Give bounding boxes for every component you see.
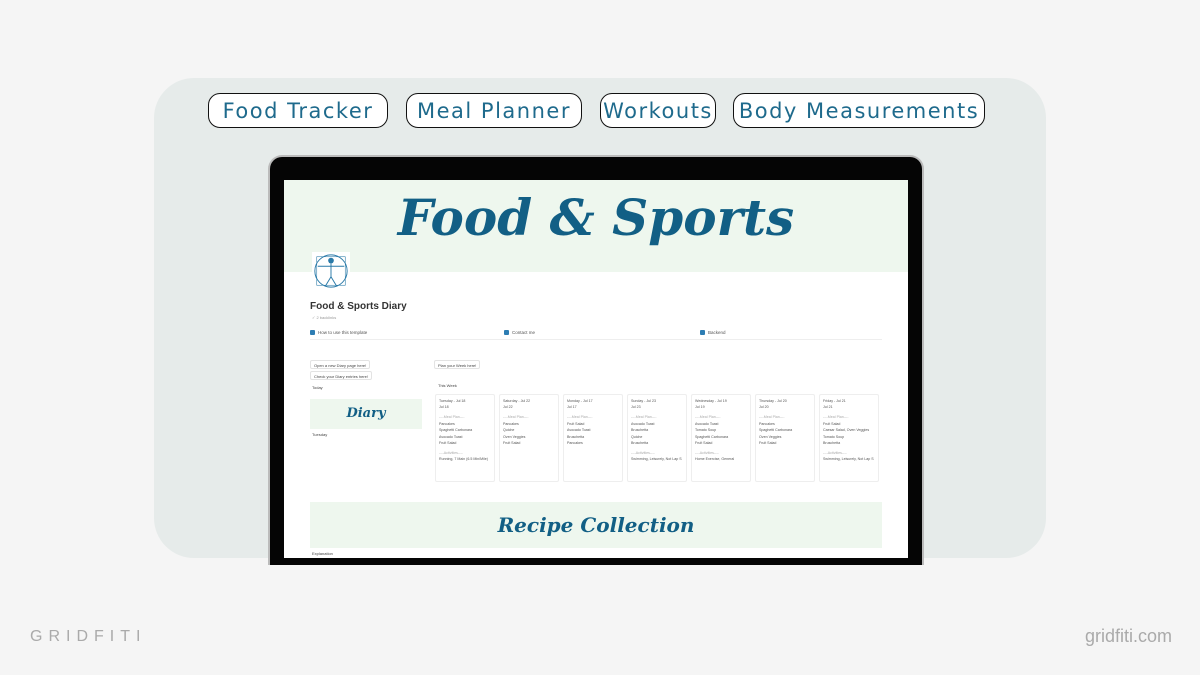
meal-item[interactable]: Bruschetta (631, 441, 683, 445)
meal-item[interactable]: Quiche (631, 435, 683, 439)
activity-item[interactable]: Running, 7 Main (6.5 Min/Mile) (439, 457, 491, 461)
diary-entry[interactable]: Tuesday (312, 432, 327, 437)
card-title: Tuesday - Jul 18 (439, 399, 466, 403)
activity-separator: ----Activities---- (631, 450, 655, 455)
tab-today[interactable]: Today (312, 385, 323, 390)
activity-item[interactable]: Swimming, Leisurely, Not Lap S (823, 457, 875, 461)
brand-url: gridfiti.com (1084, 626, 1172, 646)
week-card[interactable]: Wednesday - Jul 19 Jul 19 ----Meal Plan---… (691, 394, 751, 482)
mail-icon (504, 330, 509, 336)
meal-item[interactable]: Bruschetta (567, 435, 619, 439)
card-date: Jul 21 (823, 405, 833, 410)
meal-item[interactable]: Avocado Toast (695, 422, 747, 426)
week-card[interactable]: Tuesday - Jul 18 Jul 18 ----Meal Plan---- P… (435, 394, 495, 482)
info-icon (310, 330, 315, 336)
meal-item[interactable]: Caesar Salad, Oven Veggies (823, 428, 875, 432)
backlinks[interactable]: ✓ 2 backlinks (312, 315, 336, 320)
diary-gallery-card[interactable]: Diary (310, 399, 422, 429)
meal-item[interactable]: Spaghetti Carbonara (695, 435, 747, 439)
meal-separator: ----Meal Plan---- (503, 415, 529, 420)
meal-item[interactable]: Pancakes (759, 422, 811, 426)
meal-separator: ----Meal Plan---- (759, 415, 785, 420)
meal-item[interactable]: Quiche (503, 428, 555, 432)
meal-item[interactable]: Tomato Soup (823, 435, 875, 439)
meal-item[interactable]: Tomato Soup (695, 428, 747, 432)
tab-this-week[interactable]: This Week (438, 383, 457, 388)
card-title: Saturday - Jul 22 (503, 399, 531, 403)
card-date: Jul 22 (503, 405, 513, 410)
meal-item[interactable]: Bruschetta (823, 441, 875, 445)
database-icon (700, 330, 705, 336)
meal-item[interactable]: Fruit Salad (695, 441, 747, 445)
card-date: Jul 23 (631, 405, 641, 410)
how-to-link[interactable]: How to use this template (310, 330, 367, 336)
card-date: Jul 18 (439, 405, 449, 410)
activity-separator: ----Activities---- (823, 450, 847, 455)
card-title: Friday - Jul 21 (823, 399, 846, 403)
meal-item[interactable]: Pancakes (567, 441, 619, 445)
new-diary-button[interactable]: Open a new Diary page here! (310, 360, 371, 369)
meal-item[interactable]: Spaghetti Carbonara (759, 428, 811, 432)
page-title: Food & Sports Diary (310, 301, 407, 312)
meal-separator: ----Meal Plan---- (631, 415, 657, 420)
meal-item[interactable]: Avocado Toast (567, 428, 619, 432)
meal-item[interactable]: Fruit Salad (823, 422, 875, 426)
meal-item[interactable]: Fruit Salad (503, 441, 555, 445)
meal-item[interactable]: Fruit Salad (439, 441, 491, 445)
tag-food-tracker: Food Tracker (208, 93, 388, 128)
meal-item[interactable]: Oven Veggies (759, 435, 811, 439)
tag-workouts: Workouts (600, 93, 716, 128)
diary-entries-button[interactable]: Check your Diary entries here! (310, 371, 373, 380)
card-title: Sunday - Jul 23 (631, 399, 656, 403)
brand-logo: GRIDFITI (30, 628, 147, 645)
week-card[interactable]: Saturday - Jul 22 Jul 22 ----Meal Plan----… (499, 394, 559, 482)
week-card[interactable]: Monday - Jul 17 Jul 17 ----Meal Plan---- Fr… (563, 394, 623, 482)
card-title: Monday - Jul 17 (567, 399, 593, 403)
backend-link[interactable]: Backend (700, 330, 726, 336)
meal-item[interactable]: Bruschetta (631, 428, 683, 432)
meal-separator: ----Meal Plan---- (823, 415, 849, 420)
recipe-banner: Recipe Collection (310, 502, 882, 548)
activity-separator: ----Activities---- (695, 450, 719, 455)
activity-item[interactable]: Swimming, Leisurely, Not Lap S (631, 457, 683, 461)
tag-meal-planner: Meal Planner (406, 93, 582, 128)
plan-week-button[interactable]: Plan your Week here! (434, 360, 481, 369)
week-card[interactable]: Friday - Jul 21 Jul 21 ----Meal Plan---- Fr… (819, 394, 879, 482)
activity-item[interactable]: Home Exercise, General (695, 457, 747, 461)
week-card[interactable]: Sunday - Jul 23 Jul 23 ----Meal Plan---- Av… (627, 394, 687, 482)
card-title: Thursday - Jul 20 (759, 399, 787, 403)
page-cover: Food & Sports (284, 180, 908, 272)
link-row: How to use this template Contact me Back… (310, 328, 882, 340)
card-title: Wednesday - Jul 19 (695, 399, 727, 403)
card-date: Jul 20 (759, 405, 769, 410)
meal-separator: ----Meal Plan---- (439, 415, 465, 420)
card-date: Jul 19 (695, 405, 705, 410)
meal-item[interactable]: Avocado Toast (631, 422, 683, 426)
cover-title: Food & Sports (397, 188, 795, 247)
card-date: Jul 17 (567, 405, 577, 410)
vitruvian-man-icon (312, 252, 350, 290)
contact-link[interactable]: Contact me (504, 330, 535, 336)
meal-separator: ----Meal Plan---- (567, 415, 593, 420)
meal-item[interactable]: Pancakes (503, 422, 555, 426)
meal-item[interactable]: Oven Veggies (503, 435, 555, 439)
meal-item[interactable]: Spaghetti Carbonara (439, 428, 491, 432)
meal-item[interactable]: Fruit Salad (759, 441, 811, 445)
week-card[interactable]: Thursday - Jul 20 Jul 20 ----Meal Plan----… (755, 394, 815, 482)
meal-item[interactable]: Fruit Salad (567, 422, 619, 426)
tag-body-measurements: Body Measurements (733, 93, 985, 128)
meal-item[interactable]: Pancakes (439, 422, 491, 426)
meal-separator: ----Meal Plan---- (695, 415, 721, 420)
notion-page: Food & Sports Food & Sports Diary ✓ 2 ba… (284, 180, 908, 558)
explanation-toggle[interactable]: Explanation (312, 551, 333, 556)
meal-item[interactable]: Avocado Toast (439, 435, 491, 439)
activity-separator: ----Activities---- (439, 450, 463, 455)
